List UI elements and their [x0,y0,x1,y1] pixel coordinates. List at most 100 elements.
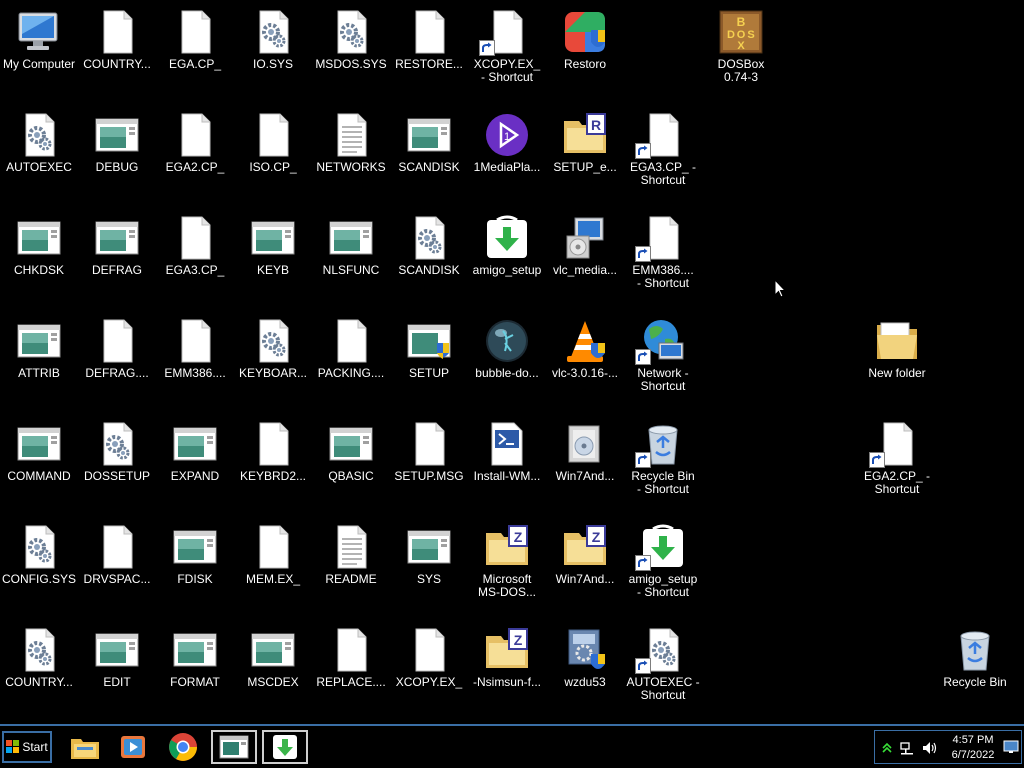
desktop-icon-scandisk[interactable]: SCANDISK [390,111,468,174]
windows-logo-icon [6,740,20,753]
desktop-icon-wzdu53[interactable]: wzdu53 [546,626,624,689]
desktop-icon-packing[interactable]: PACKING.... [312,317,390,380]
desktop-icon-network-shortcut[interactable]: Network - Shortcut [624,317,702,393]
desktop-icon-country[interactable]: COUNTRY... [78,8,156,71]
desktop-icon-label: CONFIG.SYS [1,572,76,586]
desktop-icon-debug[interactable]: DEBUG [78,111,156,174]
desktop-icon-keyb[interactable]: KEYB [234,214,312,277]
desktop-icon-label: DEBUG [95,160,139,174]
desktop-icon-recycle-bin-shortcut[interactable]: Recycle Bin - Shortcut [624,420,702,496]
desktop-icon-emm386-shortcut[interactable]: EMM386.... - Shortcut [624,214,702,290]
desktop-icon-networks[interactable]: NETWORKS [312,111,390,174]
desktop-icon-msdos-sys[interactable]: MSDOS.SYS [312,8,390,71]
desktop-icon-io-sys[interactable]: IO.SYS [234,8,312,71]
desktop-icon-xcopy-ex[interactable]: XCOPY.EX_ [390,626,468,689]
taskbar-media-player[interactable] [110,730,156,764]
file-icon [405,8,453,56]
desktop-icon-new-folder[interactable]: New folder [858,317,936,380]
app-window-icon [405,111,453,159]
desktop-icon-chkdsk[interactable]: CHKDSK [0,214,78,277]
desktop-icon-scandisk[interactable]: SCANDISK [390,214,468,277]
desktop-icon-ega3-cp-shortcut[interactable]: EGA3.CP_ - Shortcut [624,111,702,187]
shortcut-arrow-icon [635,143,651,159]
desktop-icon-replace[interactable]: REPLACE.... [312,626,390,689]
show-hidden-icons-icon[interactable] [879,740,895,756]
desktop-icon-keyboar[interactable]: KEYBOAR... [234,317,312,380]
desktop-icon-setup-e[interactable]: R SETUP_e... [546,111,624,174]
desktop-icon-dossetup[interactable]: DOSSETUP [78,420,156,483]
desktop-icon-config-sys[interactable]: CONFIG.SYS [0,523,78,586]
installer-icon [561,214,609,262]
desktop-icon-label: FDISK [177,572,213,586]
desktop-icon-dosbox-0-74-3[interactable]: B D O S X DOSBox 0.74-3 [702,8,780,84]
desktop-icon-keybrd2[interactable]: KEYBRD2... [234,420,312,483]
network-tray-icon[interactable] [899,740,915,756]
desktop-icon-sys[interactable]: SYS [390,523,468,586]
desktop-icon-iso-cp[interactable]: ISO.CP_ [234,111,312,174]
desktop-icon-my-computer[interactable]: My Computer [0,8,78,71]
desktop[interactable]: My Computer COUNTRY... EGA.CP_ IO.SYS MSDOS.… [0,0,1024,724]
desktop-icon-label: Recycle Bin - Shortcut [631,469,695,496]
desktop-icon-command[interactable]: COMMAND [0,420,78,483]
desktop-icon-ega-cp[interactable]: EGA.CP_ [156,8,234,71]
taskbar-dos-app[interactable] [211,730,257,764]
start-button[interactable]: Start [2,731,52,763]
taskbar-file-explorer[interactable] [62,730,108,764]
desktop-icon-fdisk[interactable]: FDISK [156,523,234,586]
desktop-icon-autoexec[interactable]: AUTOEXEC [0,111,78,174]
desktop-icon-1mediapla[interactable]: 1 1MediaPla... [468,111,546,174]
desktop-icon-nlsfunc[interactable]: NLSFUNC [312,214,390,277]
clock-time[interactable]: 4:57 PM [945,734,1001,746]
desktop-icon-defrag[interactable]: DEFRAG [78,214,156,277]
desktop-icon-xcopy-ex-shortcut[interactable]: XCOPY.EX_ - Shortcut [468,8,546,84]
show-desktop-icon[interactable] [1003,739,1019,755]
desktop-icon-win7and[interactable]: Z Win7And... [546,523,624,586]
desktop-icon-label: Win7And... [555,572,615,586]
desktop-icon-emm386[interactable]: EMM386.... [156,317,234,380]
desktop-icon-amigo-setup[interactable]: amigo_setup [468,214,546,277]
app-window-icon [93,111,141,159]
clock-date[interactable]: 6/7/2022 [945,749,1001,761]
computer-icon [15,8,63,56]
desktop-icon-bubble-do[interactable]: bubble-do... [468,317,546,380]
desktop-icon-qbasic[interactable]: QBASIC [312,420,390,483]
desktop-icon-mem-ex[interactable]: MEM.EX_ [234,523,312,586]
desktop-icon-label: EDIT [103,675,131,689]
winzip-driver-icon [561,626,609,674]
desktop-icon-setup-msg[interactable]: SETUP.MSG [390,420,468,483]
desktop-icon-ega3-cp[interactable]: EGA3.CP_ [156,214,234,277]
gear-file-icon [249,317,297,365]
desktop-icon-vlc-media[interactable]: vlc_media... [546,214,624,277]
desktop-icon-drvspac[interactable]: DRVSPAC... [78,523,156,586]
gear-file-icon [15,523,63,571]
desktop-icon-edit[interactable]: EDIT [78,626,156,689]
desktop-icon-defrag[interactable]: DEFRAG.... [78,317,156,380]
desktop-icon-vlc-3-0-16[interactable]: vlc-3.0.16-... [546,317,624,380]
desktop-icon-setup[interactable]: SETUP [390,317,468,380]
desktop-icon-label: vlc-3.0.16-... [551,366,619,380]
file-icon [405,626,453,674]
taskbar-chrome[interactable] [160,730,206,764]
desktop-icon-install-wm[interactable]: Install-WM... [468,420,546,483]
desktop-icon-win7and[interactable]: Win7And... [546,420,624,483]
desktop-icon-country[interactable]: COUNTRY... [0,626,78,689]
desktop-icon-label: DOSSETUP [83,469,150,483]
download-icon [273,735,297,759]
desktop-icon-mscdex[interactable]: MSCDEX [234,626,312,689]
desktop-icon-nsimsun-f[interactable]: Z -Nsimsun-f... [468,626,546,689]
taskbar-amigo-setup[interactable] [262,730,308,764]
desktop-icon-autoexec-shortcut[interactable]: AUTOEXEC - Shortcut [624,626,702,702]
volume-icon[interactable] [921,740,937,756]
app-window-icon [171,523,219,571]
desktop-icon-attrib[interactable]: ATTRIB [0,317,78,380]
desktop-icon-restore[interactable]: RESTORE... [390,8,468,71]
desktop-icon-amigo-setup-shortcut[interactable]: amigo_setup - Shortcut [624,523,702,599]
desktop-icon-restoro[interactable]: Restoro [546,8,624,71]
desktop-icon-recycle-bin[interactable]: Recycle Bin [936,626,1014,689]
desktop-icon-readme[interactable]: README [312,523,390,586]
desktop-icon-microsoft-ms-dos[interactable]: Z Microsoft MS-DOS... [468,523,546,599]
desktop-icon-expand[interactable]: EXPAND [156,420,234,483]
desktop-icon-ega2-cp[interactable]: EGA2.CP_ [156,111,234,174]
desktop-icon-format[interactable]: FORMAT [156,626,234,689]
desktop-icon-ega2-cp-shortcut[interactable]: EGA2.CP_ - Shortcut [858,420,936,496]
